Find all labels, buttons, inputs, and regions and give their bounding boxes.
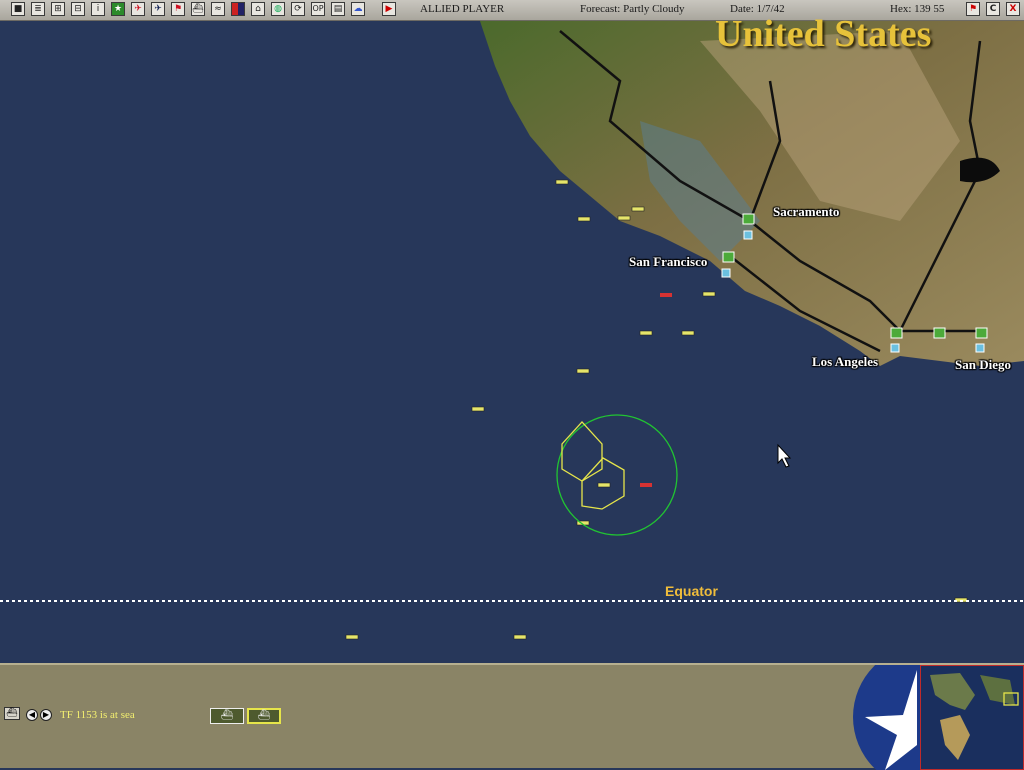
minimap[interactable] — [920, 665, 1024, 770]
city-label-san-diego[interactable]: San Diego — [955, 357, 1011, 373]
game-map[interactable] — [0, 21, 1024, 663]
star-icon[interactable]: ★ — [111, 2, 125, 16]
c-button[interactable]: C — [986, 2, 1000, 16]
end-turn-icon[interactable]: ▶ — [382, 2, 396, 16]
region-label: United States — [715, 13, 932, 55]
task-force-button-selected[interactable]: ⛴ — [247, 708, 281, 724]
color-icon[interactable] — [231, 2, 245, 16]
city-label-sacramento[interactable]: Sacramento — [773, 204, 839, 220]
flag-button-icon[interactable]: ⚑ — [966, 2, 980, 16]
equator-label: Equator — [665, 583, 718, 599]
forecast-label: Forecast: Partly Cloudy — [580, 3, 685, 15]
route-icon[interactable]: ≈ — [211, 2, 225, 16]
next-arrow-icon[interactable]: ▶ — [40, 709, 52, 721]
city-label-los-angeles[interactable]: Los Angeles — [812, 354, 878, 370]
save-icon[interactable]: ■ — [11, 2, 25, 16]
refresh-icon[interactable]: ⟳ — [291, 2, 305, 16]
op-icon[interactable]: OP — [311, 2, 325, 16]
document-icon[interactable]: ≣ — [31, 2, 45, 16]
aircraft-icon-blue[interactable]: ✈ — [151, 2, 165, 16]
report-icon[interactable]: ▤ — [331, 2, 345, 16]
info-panel: ⛴ ◀ ▶ TF 1153 is at sea ⛴ ⛴ — [0, 663, 1024, 770]
ship-icon[interactable]: ⛴ — [191, 2, 205, 16]
close-button[interactable]: X — [1006, 2, 1020, 16]
prev-arrow-icon[interactable]: ◀ — [26, 709, 38, 721]
task-force-button[interactable]: ⛴ — [210, 708, 244, 724]
globe-icon[interactable]: ◍ — [271, 2, 285, 16]
player-label: ALLIED PLAYER — [420, 3, 505, 15]
aircraft-icon[interactable]: ✈ — [131, 2, 145, 16]
info-icon[interactable]: i — [91, 2, 105, 16]
group-icon[interactable]: ⊞ — [51, 2, 65, 16]
flag-icon[interactable]: ⚑ — [171, 2, 185, 16]
status-text: TF 1153 is at sea — [60, 709, 135, 721]
city-label-san-francisco[interactable]: San Francisco — [629, 254, 707, 270]
overview-icon[interactable]: ⊟ — [71, 2, 85, 16]
ship-list-icon[interactable]: ⌂ — [251, 2, 265, 16]
cloud-icon[interactable]: ☁ — [351, 2, 365, 16]
ship-icon[interactable]: ⛴ — [4, 707, 20, 720]
allied-star-emblem — [853, 665, 925, 770]
